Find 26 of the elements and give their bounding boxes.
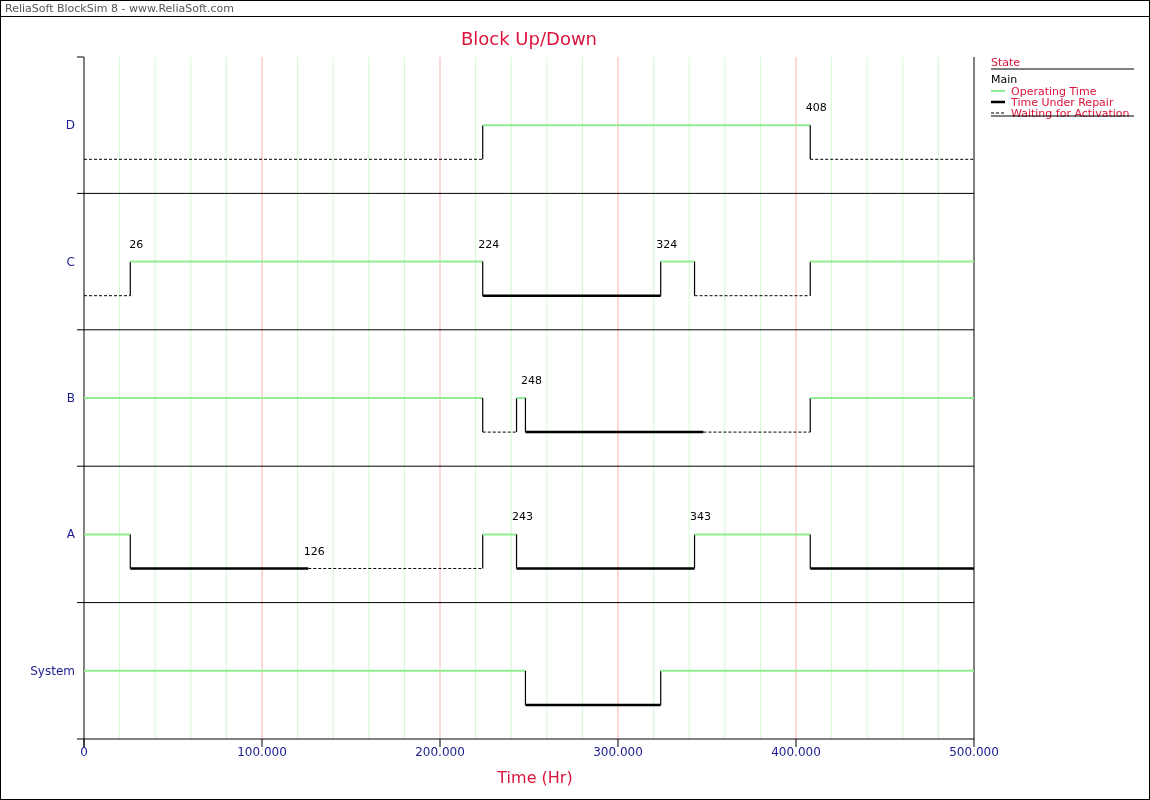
- block-label: A: [66, 527, 75, 542]
- event-time-label: 248: [520, 374, 542, 387]
- legend-title: State: [991, 56, 1021, 69]
- event-time-label: 26: [129, 237, 144, 251]
- window-title: ReliaSoft BlockSim 8 - www.ReliaSoft.com: [1, 1, 1149, 17]
- repair-legend-icon: [991, 100, 1005, 104]
- block-label: B: [66, 391, 75, 405]
- x-tick-label: 400.000: [771, 745, 821, 759]
- event-time-label: 324: [656, 237, 678, 251]
- chart-title: Block Up/Down: [460, 28, 598, 49]
- legend-label: Operating Time: [1011, 85, 1097, 98]
- legend-group: Main: [991, 73, 1018, 86]
- x-tick-label: 200.000: [415, 745, 465, 759]
- block-label: C: [66, 254, 75, 269]
- x-tick-label: 500.000: [949, 745, 999, 759]
- event-time-label: 126: [303, 544, 325, 558]
- event-time-label: 408: [805, 101, 827, 115]
- x-tick-label: 100.000: [237, 745, 287, 759]
- x-tick-label: 300.000: [593, 745, 643, 759]
- x-tick-label: 0: [80, 745, 88, 759]
- block-label: D: [65, 118, 75, 133]
- event-time-label: 243: [512, 510, 534, 524]
- event-time-label: 343: [690, 510, 712, 524]
- block-label: System: [30, 663, 75, 678]
- x-axis-title: Time (Hr): [497, 768, 573, 787]
- event-time-label: 224: [478, 237, 500, 251]
